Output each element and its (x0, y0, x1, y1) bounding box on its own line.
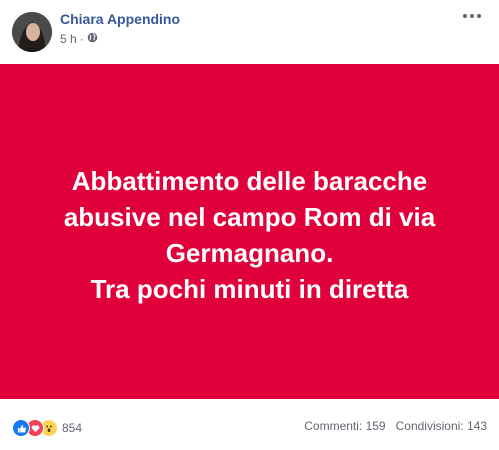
globe-icon (87, 32, 98, 46)
more-options-icon[interactable] (463, 14, 481, 18)
post-meta: 5 h · (60, 32, 98, 46)
post-footer: 854 Commenti: 159 Condivisioni: 143 (0, 411, 499, 439)
banner-text: Abbattimento delle baracche abusive nel … (30, 163, 470, 307)
banner-line: Tra pochi minuti in diretta (90, 273, 409, 304)
banner-line: abusive nel campo Rom di via (63, 201, 436, 232)
avatar[interactable] (12, 12, 52, 52)
author-name[interactable]: Chiara Appendino (60, 11, 180, 27)
meta-separator: · (79, 32, 84, 46)
reaction-count: 854 (62, 421, 83, 435)
banner-line: Germagnano. (165, 237, 334, 268)
comments-count[interactable]: Commenti: 159 (304, 419, 385, 433)
engagement-counts: Commenti: 159 Condivisioni: 143 (304, 419, 487, 433)
post-banner: Abbattimento delle baracche abusive nel … (0, 64, 499, 399)
post-header: Chiara Appendino 5 h · (0, 0, 499, 64)
post-time[interactable]: 5 h (60, 32, 77, 46)
shares-count[interactable]: Condivisioni: 143 (396, 419, 487, 433)
reactions-summary[interactable]: 854 (12, 419, 82, 437)
banner-line: Abbattimento delle baracche (71, 165, 428, 196)
like-icon (12, 419, 30, 437)
